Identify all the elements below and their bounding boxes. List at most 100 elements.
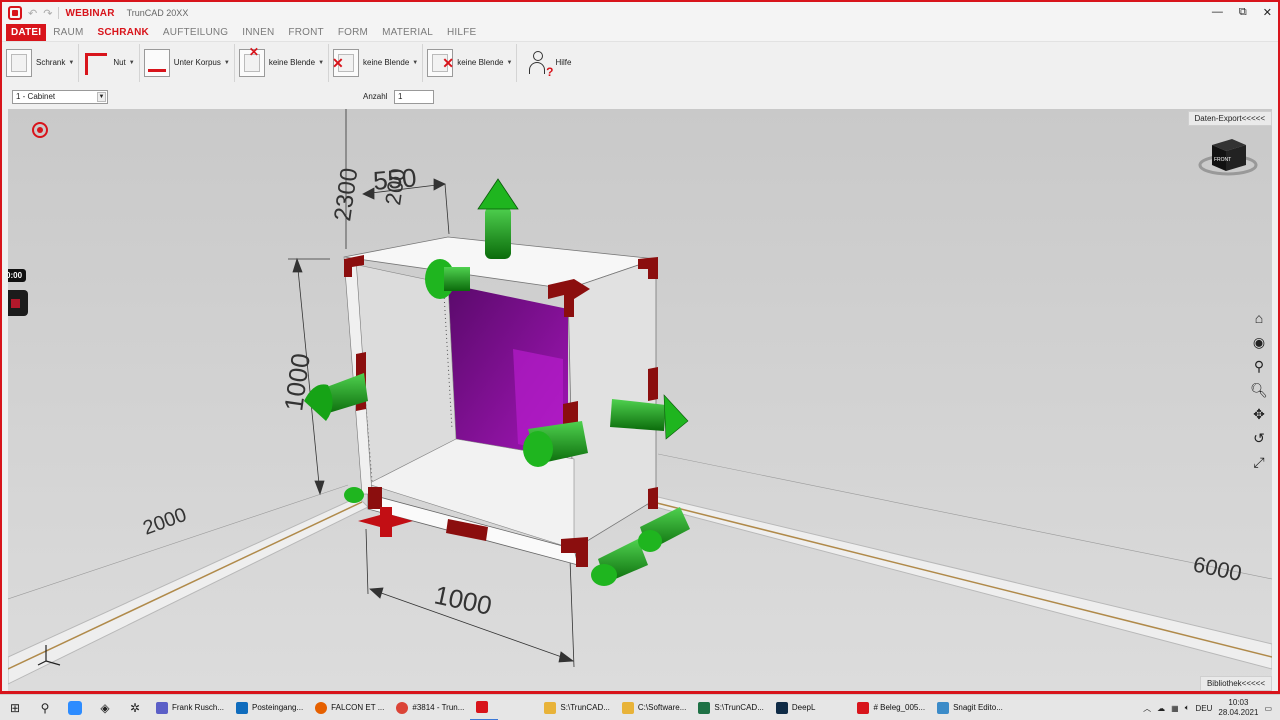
windows-taskbar: ⊞ ⚲ ◈ ✲ Frank Rusch... Posteingang... FA… xyxy=(0,694,1280,720)
menu-file[interactable]: DATEI xyxy=(6,24,47,41)
language-indicator[interactable]: DEU xyxy=(1196,704,1213,713)
left-panel-none-icon: ✕ xyxy=(332,48,360,77)
ribbon-blende-right-label: keine Blende xyxy=(457,58,504,67)
cabinet-icon xyxy=(6,48,32,77)
redo-icon[interactable]: ↷ xyxy=(43,7,52,20)
top-panel-none-icon: ✕ xyxy=(238,45,265,77)
network-icon[interactable]: ▦ xyxy=(1171,704,1179,713)
menu-form[interactable]: FORM xyxy=(331,24,375,41)
ribbon-unter-korpus-label: Unter Korpus xyxy=(173,58,221,67)
ribbon-hilfe-label: Hilfe xyxy=(555,58,572,67)
chevron-down-icon[interactable]: ▼ xyxy=(97,92,106,102)
chevron-down-icon[interactable]: ▼ xyxy=(68,60,74,66)
taskbar-app-chrome[interactable]: #3814 - Trun... xyxy=(390,695,470,720)
3d-viewport[interactable]: 2300 550 200 1000 1000 2000 6000 Daten-E… xyxy=(8,109,1272,693)
fit-view-icon[interactable]: ⤢ xyxy=(1249,453,1269,471)
right-panel-none-icon: ✕ xyxy=(427,48,454,77)
cabinet-select[interactable]: 1 - Cabinet ▼ xyxy=(12,90,108,104)
menu-front[interactable]: FRONT xyxy=(281,24,330,41)
ribbon-nut-label: Nut xyxy=(113,58,126,67)
ribbon-schrank[interactable]: Schrank ▼ xyxy=(2,43,80,82)
taskbar-app-deepl[interactable]: DeepL xyxy=(770,695,822,720)
project-name: WEBINAR xyxy=(65,7,115,19)
selection-row: 1 - Cabinet ▼ Anzahl 1 xyxy=(2,83,1278,109)
ribbon-blende-right[interactable]: ✕ keine Blende ▼ xyxy=(423,43,518,82)
volume-icon[interactable]: 🔈︎ xyxy=(1185,703,1190,713)
menu-innen[interactable]: INNEN xyxy=(235,24,281,41)
clock[interactable]: 10:03 28.04.2021 xyxy=(1218,698,1258,718)
ribbon-blende-left[interactable]: ✕ keine Blende ▼ xyxy=(329,43,424,82)
chevron-down-icon[interactable]: ▼ xyxy=(412,60,418,66)
anzahl-input[interactable]: 1 xyxy=(394,90,434,104)
chevron-down-icon[interactable]: ▼ xyxy=(224,60,230,66)
clock-date: 28.04.2021 xyxy=(1218,708,1259,717)
cloud-icon[interactable]: ☁ xyxy=(1157,704,1165,713)
stop-record-button[interactable] xyxy=(8,290,28,316)
ribbon-blende-top-label: keine Blende xyxy=(268,58,316,67)
help-person-icon: ? xyxy=(527,49,553,79)
ribbon-hilfe[interactable]: ? Hilfe xyxy=(517,44,575,82)
undo-icon[interactable]: ↶ xyxy=(28,7,37,20)
menu-raum[interactable]: RAUM xyxy=(46,24,90,41)
menu-bar: DATEI RAUM SCHRANK AUFTEILUNG INNEN FRON… xyxy=(2,24,1278,41)
orbit-icon[interactable]: ◉ xyxy=(1249,333,1269,351)
data-export-button[interactable]: Daten-Export<<<<< xyxy=(1187,111,1272,126)
ribbon-blende-left-label: keine Blende xyxy=(363,58,410,67)
title-bar: ↶ ↷ WEBINAR TrunCAD 20XX — ⧉ ✕ xyxy=(2,2,1278,24)
ribbon-schrank-label: Schrank xyxy=(36,58,66,67)
notification-icon[interactable]: ▭ xyxy=(1264,704,1272,713)
clock-time: 10:03 xyxy=(1228,698,1249,707)
chevron-down-icon[interactable]: ▼ xyxy=(507,60,513,66)
zoom-window-icon[interactable]: ⚲ xyxy=(1249,357,1269,375)
minimize-button[interactable]: — xyxy=(1212,6,1223,19)
menu-hilfe[interactable]: HILFE xyxy=(440,24,483,41)
taskbar-app-outlook[interactable]: Posteingang... xyxy=(230,695,309,720)
ribbon-nut[interactable]: Nut ▼ xyxy=(79,43,140,82)
groove-icon xyxy=(83,49,109,77)
system-tray: ︿ ☁ ▦ 🔈︎ DEU 10:03 28.04.2021 ▭ xyxy=(1143,695,1272,720)
chevron-up-icon[interactable]: ︿ xyxy=(1143,703,1151,714)
taskbar-app-excel[interactable]: S:\TrunCAD... xyxy=(692,695,770,720)
search-icon[interactable]: ⚲ xyxy=(30,695,60,720)
taskbar-app-snagit[interactable]: Snagit Edito... xyxy=(931,695,1009,720)
pan-icon[interactable]: ✥ xyxy=(1249,405,1269,423)
cabinet-select-value: 1 - Cabinet xyxy=(16,92,56,101)
axis-gizmo xyxy=(37,645,61,666)
truncad-logo-icon[interactable] xyxy=(8,6,22,20)
windows-start-icon[interactable]: ⊞ xyxy=(0,695,30,720)
ribbon-toolbar: Schrank ▼ Nut ▼ Unter Korpus ▼ ✕ keine B… xyxy=(2,41,1278,83)
view-cube-label: FRONT xyxy=(1214,157,1231,163)
app-title: TrunCAD 20XX xyxy=(126,8,189,18)
restore-button[interactable]: ⧉ xyxy=(1239,6,1247,19)
recording-timer: 0:00 xyxy=(8,269,27,282)
chevron-down-icon[interactable]: ▼ xyxy=(318,60,324,66)
app-icon-diamond[interactable]: ◈ xyxy=(90,695,120,720)
app-window: ↶ ↷ WEBINAR TrunCAD 20XX — ⧉ ✕ DATEI RAU… xyxy=(0,0,1280,694)
view-cube[interactable]: FRONT xyxy=(1198,131,1258,177)
home-icon[interactable]: ⌂ xyxy=(1249,309,1269,327)
taskbar-app-explorer-2[interactable]: C:\Software... xyxy=(616,695,692,720)
close-button[interactable]: ✕ xyxy=(1263,6,1272,19)
menu-schrank[interactable]: SCHRANK xyxy=(91,24,156,41)
bottom-carcass-icon xyxy=(143,48,170,77)
visibility-icon[interactable] xyxy=(32,122,48,138)
ribbon-blende-top[interactable]: ✕ keine Blende ▼ xyxy=(235,43,330,82)
taskbar-app-explorer-1[interactable]: S:\TrunCAD... xyxy=(538,695,616,720)
library-button[interactable]: Bibliothek<<<<< xyxy=(1199,676,1272,691)
taskbar-app-firefox[interactable]: FALCON ET ... xyxy=(309,695,390,720)
chevron-down-icon[interactable]: ▼ xyxy=(129,60,135,66)
menu-aufteilung[interactable]: AUFTEILUNG xyxy=(156,24,235,41)
app-icon-settings[interactable]: ✲ xyxy=(120,695,150,720)
ribbon-unter-korpus[interactable]: Unter Korpus ▼ xyxy=(140,43,235,82)
zoom-app-icon[interactable] xyxy=(60,695,90,720)
taskbar-app-truncad[interactable] xyxy=(470,695,499,720)
zoom-icon[interactable]: 🔍︎ xyxy=(1249,381,1269,399)
taskbar-app-pdf[interactable]: # Beleg_005... xyxy=(851,695,931,720)
title-separator xyxy=(58,7,60,19)
dim-depth-top2: 200 xyxy=(380,167,410,207)
rotate-icon[interactable]: ↺ xyxy=(1249,429,1269,447)
anzahl-label: Anzahl xyxy=(363,92,388,101)
menu-material[interactable]: MATERIAL xyxy=(375,24,440,41)
cabinet-scene[interactable]: 2300 550 200 1000 1000 2000 6000 xyxy=(8,109,1272,693)
taskbar-app-teams[interactable]: Frank Rusch... xyxy=(150,695,230,720)
